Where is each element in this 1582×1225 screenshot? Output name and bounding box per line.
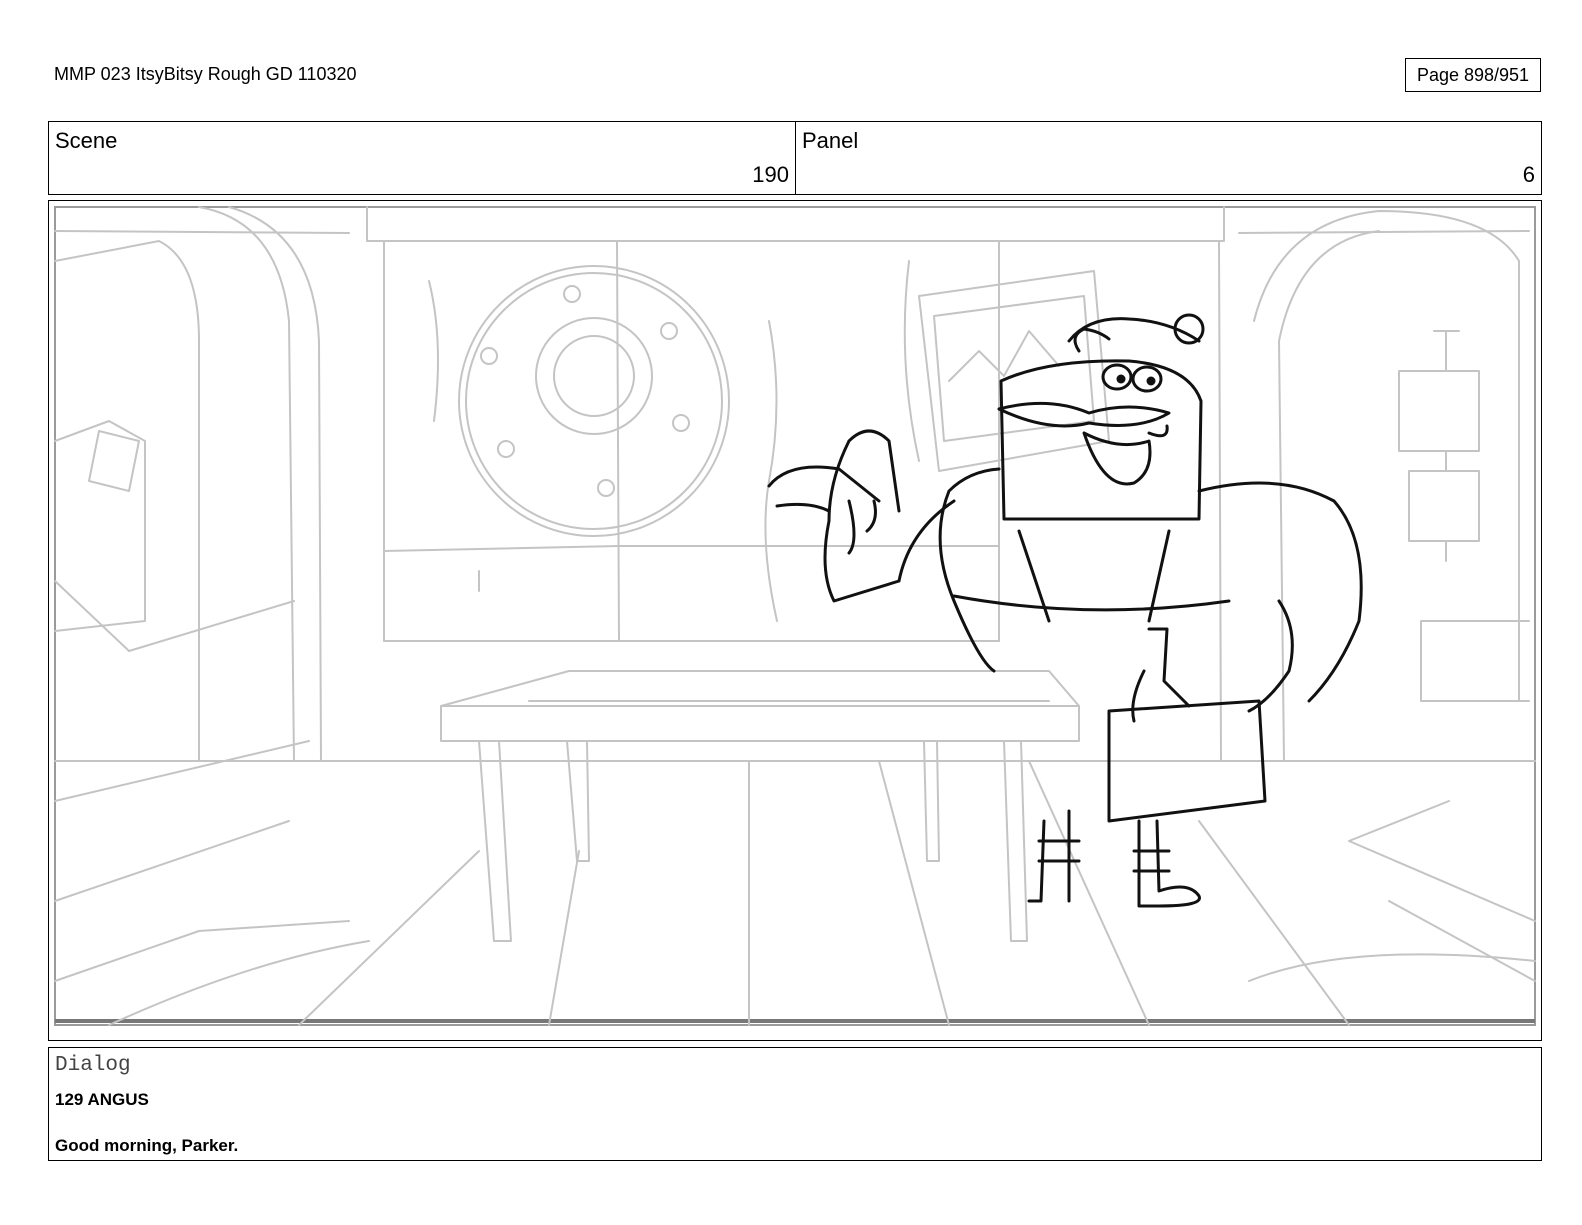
scene-number: 190 xyxy=(752,162,789,187)
storyboard-panel-image xyxy=(48,200,1542,1041)
dialog-text: Good morning, Parker. xyxy=(55,1136,239,1155)
dialog-box: Dialog 129 ANGUS Good morning, Parker. xyxy=(48,1047,1542,1161)
dialog-label: Dialog xyxy=(55,1054,131,1077)
scene-cell: Scene 190 xyxy=(49,122,796,194)
storyboard-sketch-icon xyxy=(49,201,1541,1040)
scene-label: Scene xyxy=(55,128,118,153)
document-title: MMP 023 ItsyBitsy Rough GD 110320 xyxy=(54,64,357,84)
panel-cell: Panel 6 xyxy=(796,122,1541,194)
page-number: Page 898/951 xyxy=(1405,58,1541,92)
panel-label: Panel xyxy=(802,128,859,153)
scene-panel-header: Scene 190 Panel 6 xyxy=(48,121,1542,195)
dialog-speaker: 129 ANGUS xyxy=(55,1090,149,1109)
panel-number: 6 xyxy=(1522,162,1535,187)
